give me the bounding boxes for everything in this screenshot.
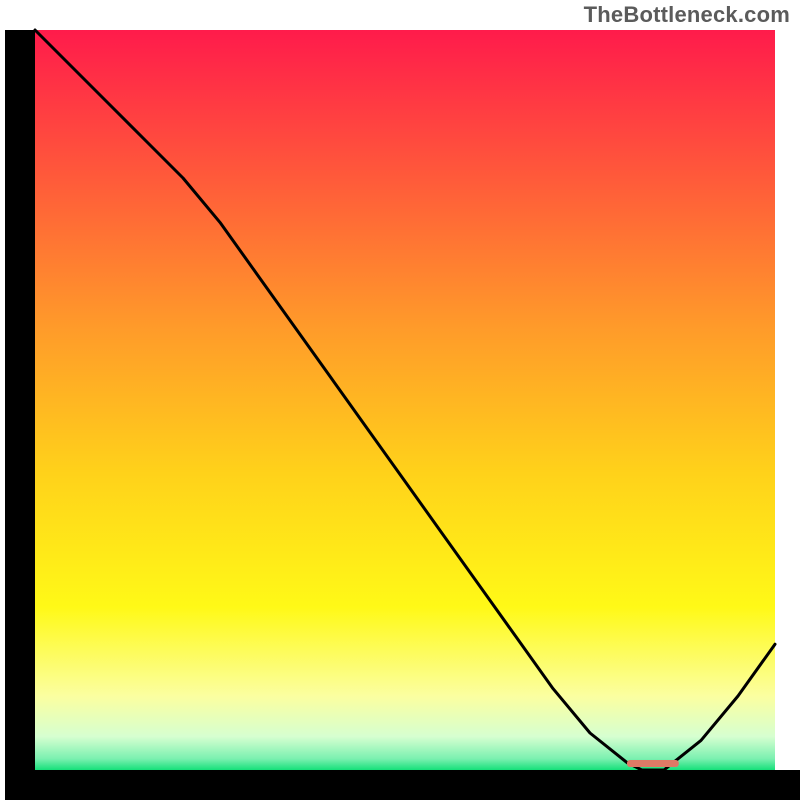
axis-left (5, 30, 35, 800)
chart-stage: TheBottleneck.com (0, 0, 800, 800)
axis-bottom (5, 770, 800, 800)
bottleneck-chart (0, 0, 800, 800)
optimal-range-marker (627, 760, 679, 767)
